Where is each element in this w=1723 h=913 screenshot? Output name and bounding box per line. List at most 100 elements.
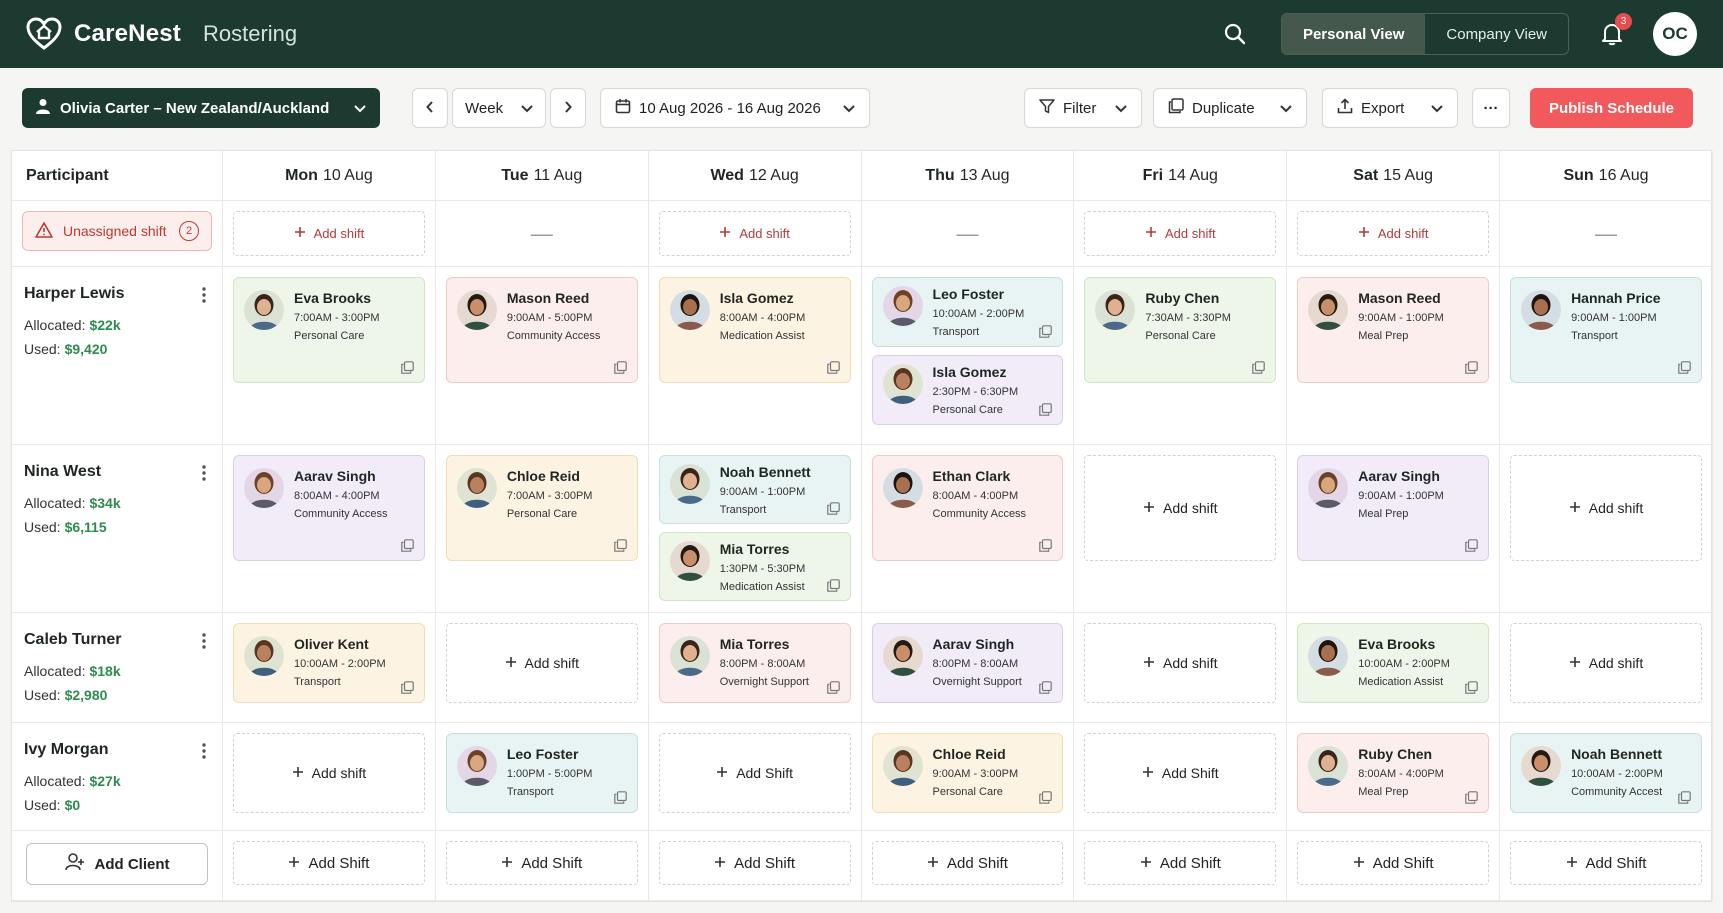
copy-icon[interactable] — [401, 361, 414, 374]
shift-card[interactable]: Eva Brooks 10:00AM - 2:00PM Medication Ass… — [1297, 623, 1490, 703]
copy-icon[interactable] — [401, 681, 414, 694]
shift-card[interactable]: Isla Gomez 2:30PM - 6:30PM Personal Care — [871, 355, 1064, 425]
add-shift-label: Add shift — [1163, 655, 1218, 671]
export-button[interactable]: Export — [1322, 88, 1458, 128]
add-shift-button[interactable]: Add Shift — [1084, 733, 1277, 813]
client-selector[interactable]: Olivia Carter – New Zealand/Auckland — [22, 88, 380, 128]
add-client-button[interactable]: Add Client — [26, 843, 208, 885]
publish-schedule-button[interactable]: Publish Schedule — [1529, 88, 1693, 128]
shift-card[interactable]: Leo Foster 10:00AM - 2:00PM Transport — [871, 277, 1064, 347]
shift-card[interactable]: Chloe Reid 9:00AM - 3:00PM Personal Care — [871, 733, 1064, 813]
copy-icon[interactable] — [1252, 361, 1266, 374]
shift-card[interactable]: Ethan Clark 8:00AM - 4:00PM Community Acce… — [871, 455, 1064, 561]
add-shift-button[interactable]: Add Shift — [445, 841, 638, 885]
day-name: Fri — [1142, 166, 1164, 184]
chevron-down-icon — [1431, 100, 1443, 117]
copy-icon[interactable] — [613, 791, 627, 804]
more-vertical-icon[interactable] — [202, 743, 206, 762]
duplicate-button[interactable]: Duplicate — [1153, 88, 1307, 128]
copy-icon[interactable] — [1678, 791, 1691, 804]
add-shift-button[interactable]: Add shift — [233, 733, 425, 813]
more-options-button[interactable]: ··· — [1472, 88, 1510, 128]
shift-time: 8:00AM - 4:00PM — [294, 490, 380, 502]
shift-card[interactable]: Mason Reed 9:00AM - 5:00PM Community Acces… — [445, 277, 638, 383]
copy-icon[interactable] — [1465, 681, 1478, 694]
allocated-amount: $34k — [89, 495, 121, 511]
personal-view-tab[interactable]: Personal View — [1281, 14, 1426, 54]
add-shift-button[interactable]: Add Shift — [658, 733, 851, 813]
date-range-picker[interactable]: 10 Aug 2026 - 16 Aug 2026 — [600, 88, 870, 128]
add-shift-button[interactable]: Add shift — [1510, 455, 1702, 561]
copy-icon[interactable] — [826, 361, 840, 374]
more-vertical-icon[interactable] — [202, 633, 206, 652]
copy-icon[interactable] — [1465, 791, 1478, 804]
shift-card[interactable]: Mason Reed 9:00AM - 1:00PM Meal Prep — [1297, 277, 1490, 383]
add-shift-button[interactable]: Add shift — [658, 211, 851, 256]
shift-card[interactable]: Ruby Chen 7:30AM - 3:30PM Personal Care — [1084, 277, 1277, 383]
company-view-tab[interactable]: Company View — [1425, 14, 1568, 54]
add-shift-button[interactable]: Add Shift — [1084, 841, 1277, 885]
add-shift-button[interactable]: Add Shift — [658, 841, 851, 885]
copy-icon[interactable] — [826, 579, 840, 592]
copy-icon[interactable] — [613, 361, 627, 374]
shift-card[interactable]: Ruby Chen 8:00AM - 4:00PM Meal Prep — [1297, 733, 1490, 813]
shift-card[interactable]: Noah Bennett 9:00AM - 1:00PM Transport — [658, 455, 851, 524]
copy-icon[interactable] — [826, 681, 840, 694]
add-shift-button[interactable]: Add shift — [233, 211, 425, 256]
add-shift-button[interactable]: Add shift — [1084, 623, 1277, 703]
add-shift-button[interactable]: Add shift — [1297, 211, 1490, 256]
range-mode-select[interactable]: Week — [452, 88, 546, 128]
allocated-amount: $27k — [89, 773, 121, 789]
copy-icon[interactable] — [1465, 361, 1478, 374]
shift-card[interactable]: Oliver Kent 10:00AM - 2:00PM Transport — [233, 623, 425, 703]
add-shift-button[interactable]: Add shift — [445, 623, 638, 703]
shift-card[interactable]: Isla Gomez 8:00AM - 4:00PM Medication Assi… — [658, 277, 851, 383]
copy-icon[interactable] — [826, 502, 840, 515]
shift-card[interactable]: Aarav Singh 8:00AM - 4:00PM Community Acce… — [233, 455, 425, 561]
participant-cell: Harper Lewis Allocated: $22k Used: $9,420 — [12, 267, 223, 445]
staff-avatar — [456, 746, 497, 786]
copy-icon[interactable] — [1039, 403, 1053, 416]
shift-type: Personal Care — [1145, 330, 1216, 342]
shift-card[interactable]: Aarav Singh 8:00PM - 8:00AM Overnight Supp… — [871, 623, 1064, 703]
shift-staff-name: Leo Foster — [932, 286, 1005, 302]
shift-card[interactable]: Aarav Singh 9:00AM - 1:00PM Meal Prep — [1297, 455, 1490, 561]
add-shift-button[interactable]: Add Shift — [871, 841, 1064, 885]
shift-card[interactable]: Leo Foster 1:00PM - 5:00PM Transport — [445, 733, 638, 813]
staff-avatar — [1308, 636, 1349, 676]
staff-avatar — [244, 290, 284, 330]
unassigned-shift-badge[interactable]: Unassigned shift 2 — [22, 211, 212, 251]
copy-icon[interactable] — [1039, 539, 1053, 552]
add-shift-button[interactable]: Add shift — [1084, 455, 1277, 561]
notifications-bell-icon[interactable]: 3 — [1595, 13, 1632, 51]
copy-icon[interactable] — [1465, 539, 1478, 552]
shift-staff-name: Noah Bennett — [1571, 746, 1663, 762]
add-shift-label: Add Shift — [308, 854, 370, 872]
user-avatar[interactable]: OC — [1653, 12, 1697, 56]
more-vertical-icon[interactable] — [202, 465, 206, 484]
next-week-button[interactable] — [550, 88, 586, 128]
shift-card[interactable]: Eva Brooks 7:00AM - 3:00PM Personal Care — [233, 277, 425, 383]
previous-week-button[interactable] — [412, 88, 448, 128]
shift-card[interactable]: Chloe Reid 7:00AM - 3:00PM Personal Care — [445, 455, 638, 561]
search-icon[interactable] — [1217, 16, 1253, 52]
shift-card[interactable]: Hannah Price 9:00AM - 1:00PM Transport — [1510, 277, 1702, 383]
copy-icon[interactable] — [1039, 791, 1053, 804]
more-vertical-icon[interactable] — [202, 287, 206, 306]
filter-button[interactable]: Filter — [1024, 88, 1142, 128]
day-date: 15 Aug — [1383, 166, 1433, 184]
add-shift-button[interactable]: Add shift — [1084, 211, 1277, 256]
copy-icon[interactable] — [613, 539, 627, 552]
add-shift-button[interactable]: Add Shift — [233, 841, 425, 885]
add-shift-button[interactable]: Add shift — [1510, 623, 1702, 703]
copy-icon[interactable] — [1039, 325, 1053, 338]
copy-icon[interactable] — [401, 539, 414, 552]
add-shift-button[interactable]: Add Shift — [1510, 841, 1702, 885]
add-shift-button[interactable]: Add Shift — [1297, 841, 1490, 885]
copy-icon[interactable] — [1678, 361, 1691, 374]
shift-card[interactable]: Mia Torres 8:00PM - 8:00AM Overnight Suppo… — [658, 623, 851, 703]
shift-card[interactable]: Noah Bennett 10:00AM - 2:00PM Community Ac… — [1510, 733, 1702, 813]
shift-card[interactable]: Mia Torres 1:30PM - 5:30PM Medication Assi… — [658, 532, 851, 601]
copy-icon[interactable] — [1039, 681, 1053, 694]
logo[interactable]: CareNest Rostering — [24, 14, 297, 54]
